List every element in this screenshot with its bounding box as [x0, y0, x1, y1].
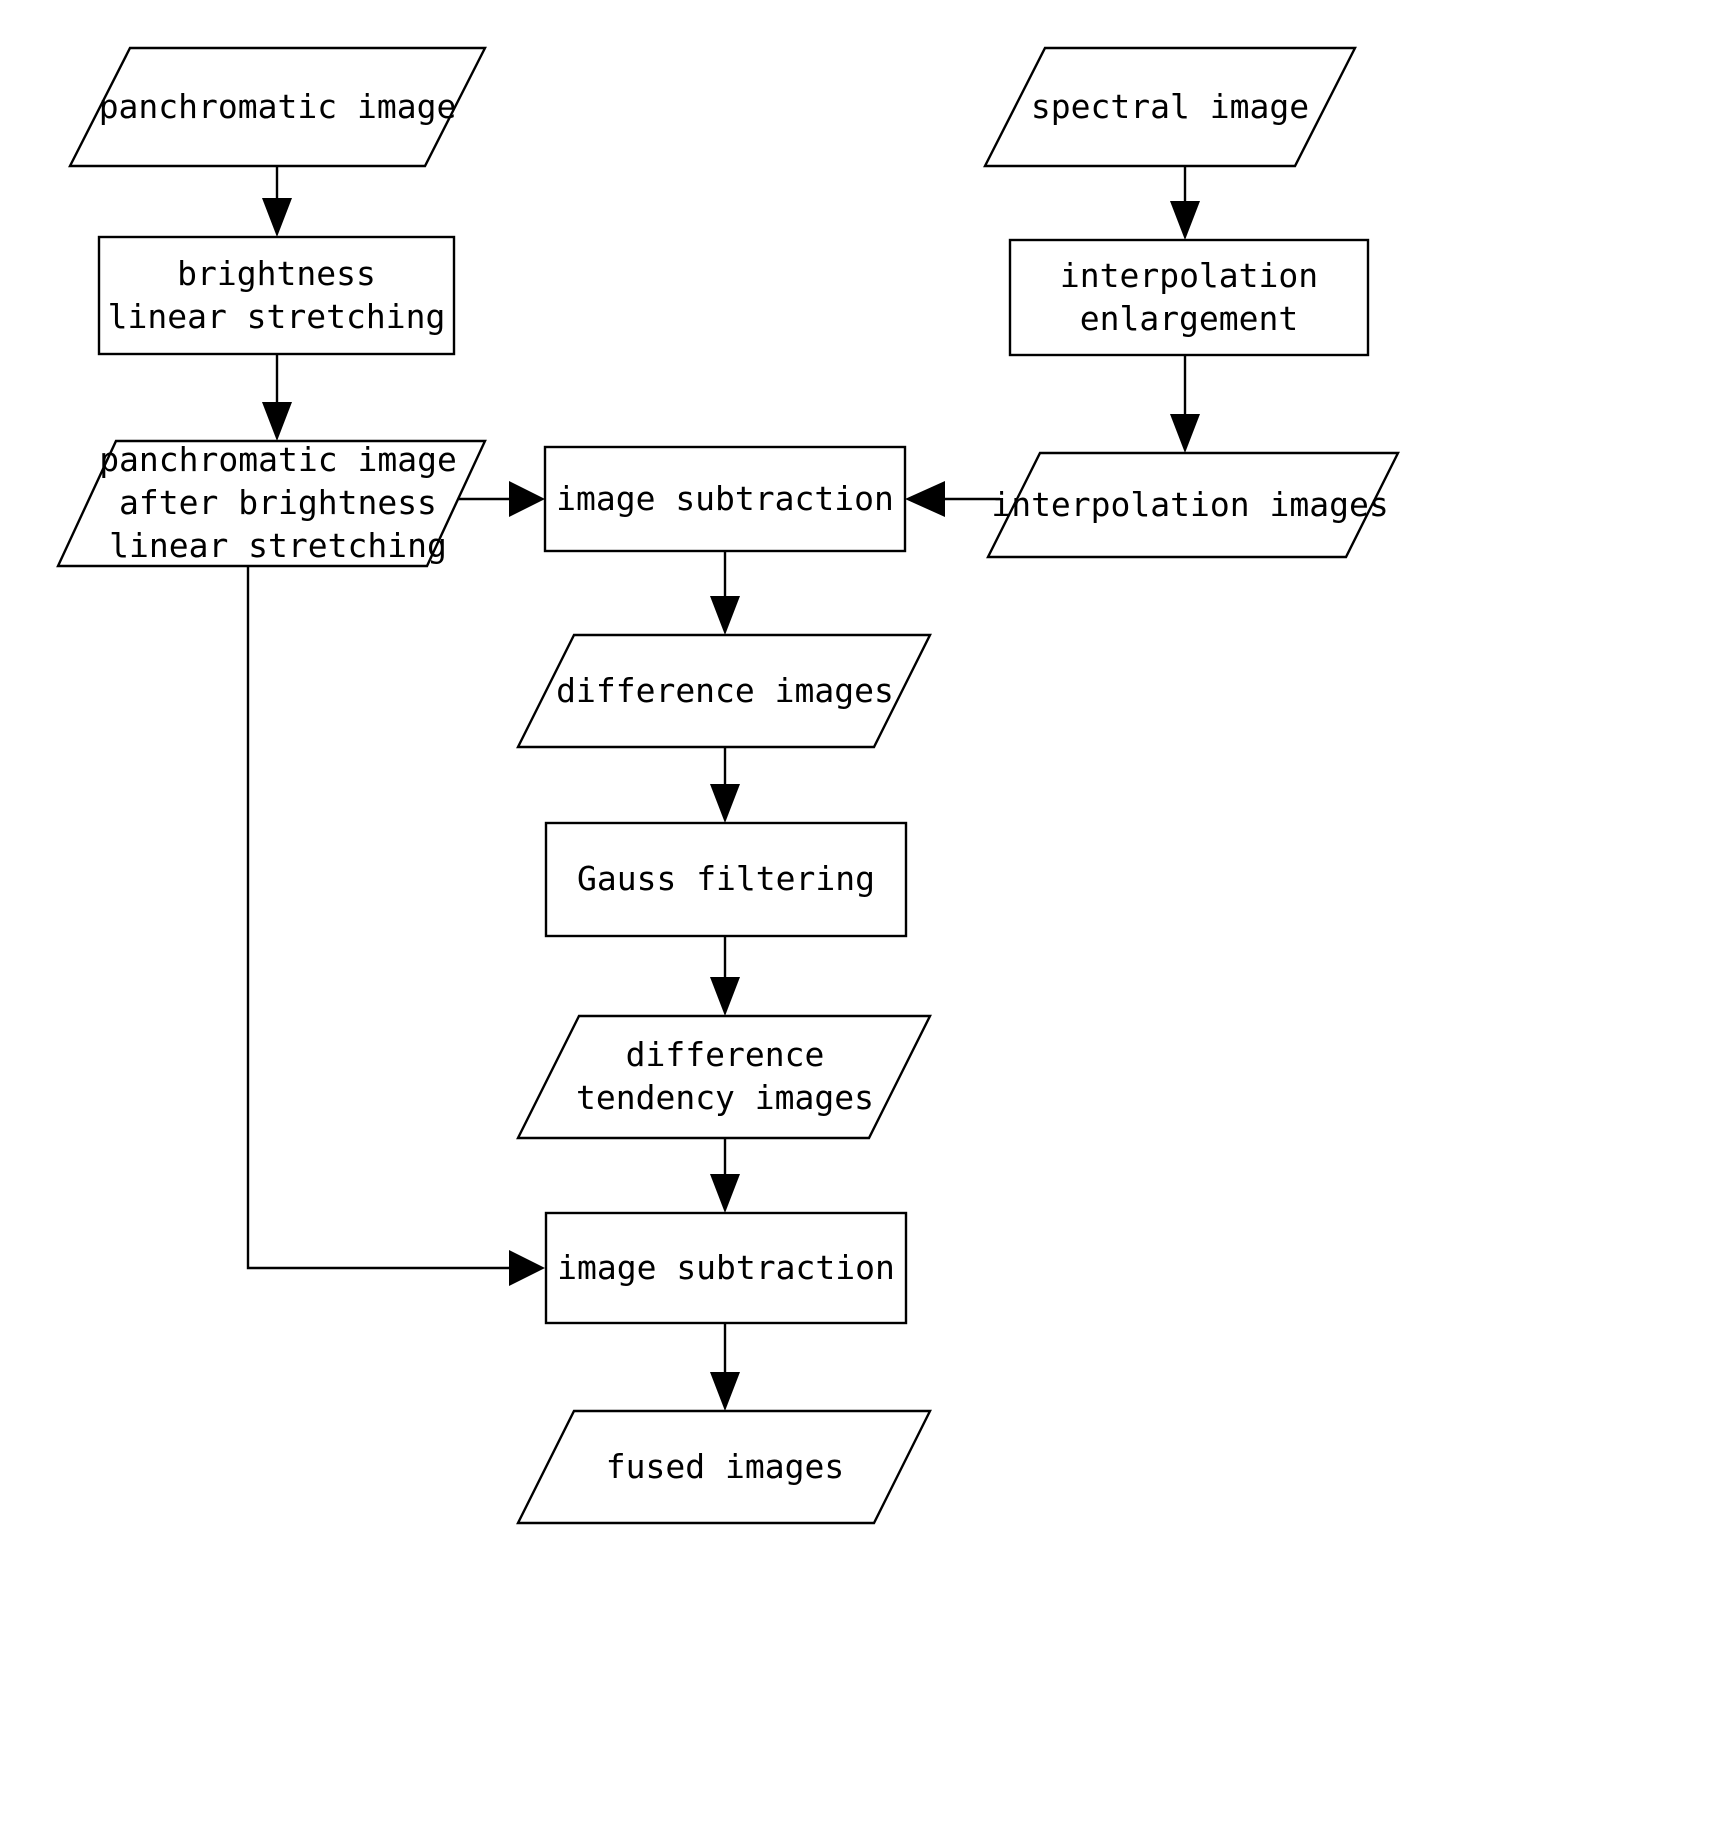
node-interpolation-enlargement[interactable] — [1008, 238, 1370, 357]
flowchart-svg — [56, 46, 1400, 1525]
node-spectral-image[interactable] — [983, 46, 1357, 168]
node-interpolation-images[interactable] — [986, 451, 1400, 559]
node-panchromatic-image[interactable] — [68, 46, 487, 168]
node-brightness-linear-stretching[interactable] — [97, 235, 456, 356]
flowchart-canvas: panchromatic image brightness linear str… — [0, 0, 1729, 1838]
node-difference-tendency-images[interactable] — [516, 1014, 932, 1140]
node-gauss-filtering[interactable] — [544, 821, 908, 938]
node-panchromatic-image-after-brightness-linear-stretching[interactable] — [56, 439, 487, 568]
edge-interpolation-to-interpolation-images — [1170, 355, 1200, 453]
edge-subtraction-top-to-difference-images — [710, 551, 740, 635]
edge-panchromatic-to-brightness — [262, 166, 292, 237]
node-image-subtraction-top[interactable] — [543, 445, 907, 553]
edge-interpolation-images-to-subtraction-top — [905, 481, 1000, 517]
node-difference-images[interactable] — [516, 633, 932, 749]
edge-difference-images-to-gauss — [710, 747, 740, 823]
node-fused-images[interactable] — [516, 1409, 932, 1525]
edge-difference-tendency-to-subtraction-bottom — [710, 1138, 740, 1213]
edge-subtraction-bottom-to-fused-images — [710, 1323, 740, 1411]
node-image-subtraction-bottom[interactable] — [544, 1211, 908, 1325]
edge-gauss-to-difference-tendency — [710, 936, 740, 1016]
edge-spectral-to-interpolation — [1170, 166, 1200, 240]
edge-brightness-to-panchromatic-stretched — [262, 354, 292, 441]
edge-panchromatic-stretched-to-subtraction-bottom — [246, 566, 545, 1286]
